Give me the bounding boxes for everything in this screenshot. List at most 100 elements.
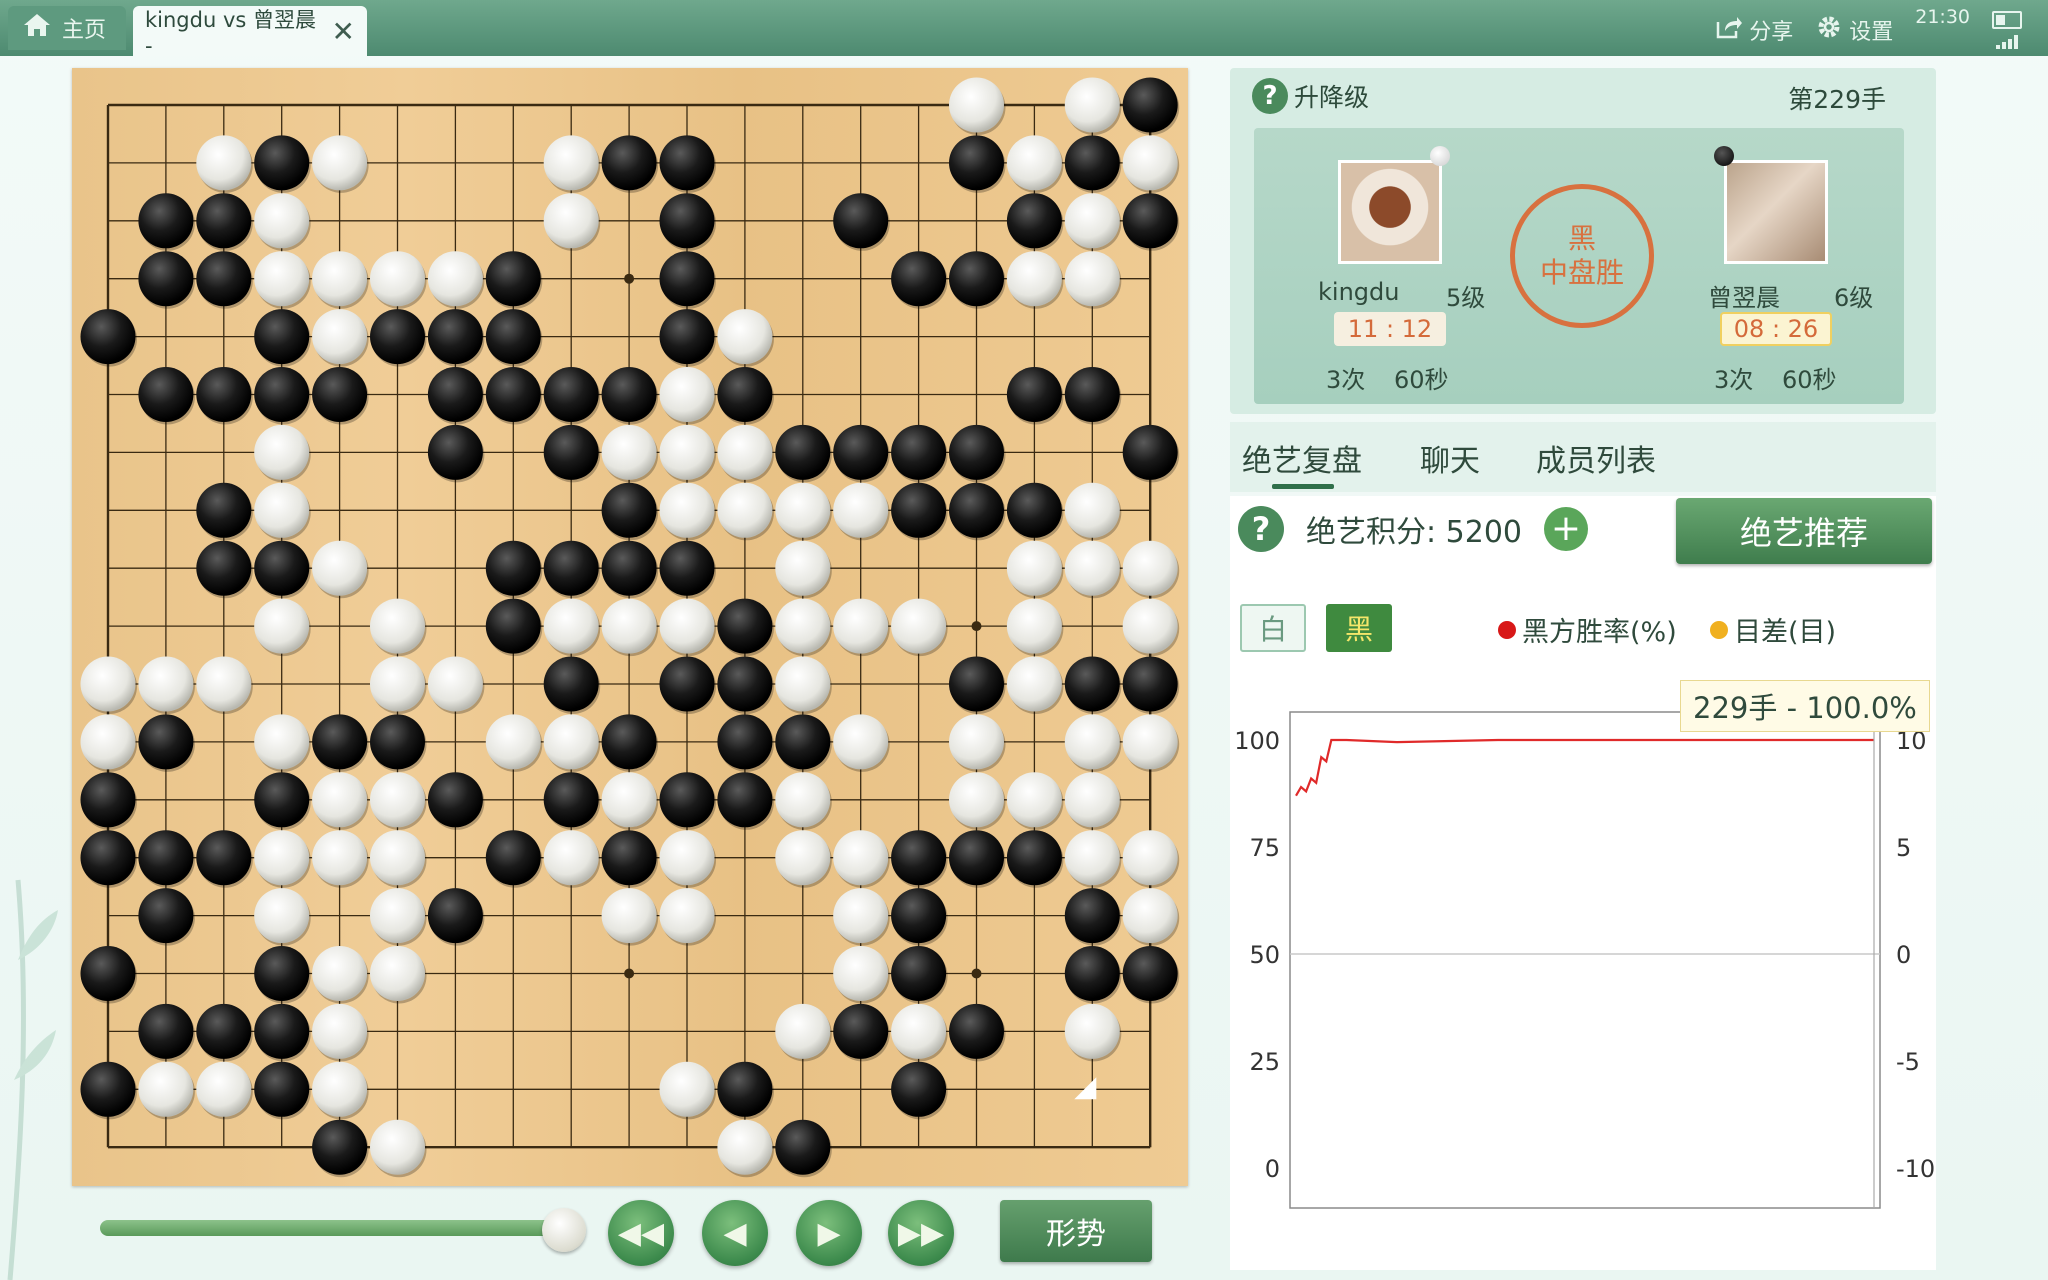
fast-forward-button[interactable]: ▶▶ [888, 1200, 954, 1266]
white-stone [427, 251, 483, 307]
move-slider-thumb[interactable] [542, 1208, 586, 1252]
home-icon [22, 12, 52, 44]
black-stone [949, 830, 1004, 886]
score-help-icon[interactable]: ? [1238, 506, 1284, 552]
white-stone [138, 1061, 194, 1117]
black-stone [543, 424, 599, 480]
white-stone [196, 656, 252, 712]
white-stone [659, 888, 715, 944]
winrate-chart[interactable]: 10075502501050-5-10 [1230, 668, 1936, 1228]
black-stone [312, 714, 368, 770]
black-stone [601, 540, 657, 596]
black-stone [1122, 946, 1178, 1001]
black-stone [1064, 946, 1120, 1001]
move-slider[interactable] [100, 1220, 570, 1236]
star-point [971, 968, 982, 979]
tab-members[interactable]: 成员列表 [1536, 436, 1656, 480]
black-stone [312, 1119, 368, 1175]
white-stone [312, 1061, 368, 1117]
white-stone [1064, 482, 1120, 538]
white-player-clock: 11 : 12 [1334, 312, 1446, 346]
black-stone [891, 482, 947, 538]
black-stone [1064, 135, 1120, 191]
toggle-black[interactable]: 黑 [1326, 604, 1392, 652]
step-forward-icon: ▶ [817, 1215, 841, 1251]
black-stone [254, 1061, 310, 1117]
black-stone [949, 251, 1004, 307]
fast-backward-button[interactable]: ◀◀ [608, 1200, 674, 1266]
black-stone [949, 424, 1004, 480]
white-stone [196, 135, 252, 191]
winrate-series-line [1295, 738, 1874, 797]
white-stone [370, 251, 425, 307]
white-stone [833, 946, 889, 1001]
y-left-tick: 25 [1249, 1048, 1280, 1076]
white-stone [1122, 888, 1178, 944]
black-stone [949, 135, 1004, 191]
tab-ai-review[interactable]: 绝艺复盘 [1242, 436, 1362, 480]
tab-home[interactable]: 主页 [8, 6, 126, 50]
white-stone [254, 193, 310, 249]
white-stone [370, 598, 425, 654]
black-stone [138, 251, 194, 307]
close-icon[interactable]: ✕ [332, 15, 355, 48]
black-stone [717, 772, 773, 828]
white-stone [254, 714, 310, 770]
result-stamp: 黑 中盘胜 [1510, 184, 1654, 328]
white-stone [833, 598, 889, 654]
game-info-panel: ? 升降级 第229手 kingdu 5级 11 : 12 3次 60秒 黑 中… [1230, 68, 1936, 414]
help-icon[interactable]: ? [1252, 78, 1288, 114]
white-stone [312, 540, 368, 596]
black-stone [80, 309, 136, 365]
black-stone [891, 1061, 947, 1117]
black-stone [659, 251, 715, 307]
white-stone [370, 888, 425, 944]
avatar-white-player[interactable] [1338, 160, 1442, 264]
black-stone [717, 656, 773, 712]
black-stone [196, 193, 252, 249]
white-stone [833, 482, 889, 538]
avatar-black-player[interactable] [1724, 160, 1828, 264]
white-stone [312, 772, 368, 828]
black-stone [427, 772, 483, 828]
bamboo-decoration [7, 879, 58, 1280]
star-point [971, 621, 982, 632]
legend-diff-label: 目差(目) [1734, 617, 1837, 648]
white-stone [543, 830, 599, 886]
step-forward-button[interactable]: ▶ [796, 1200, 862, 1266]
white-stone [196, 1061, 252, 1117]
white-stone [1122, 830, 1178, 886]
situation-button[interactable]: 形势 [1000, 1200, 1152, 1262]
white-stone [949, 772, 1004, 828]
black-stone [543, 656, 599, 712]
white-stone [659, 482, 715, 538]
black-stone [427, 367, 483, 422]
black-stone [485, 830, 541, 886]
white-stone [717, 424, 773, 480]
black-stone [1006, 830, 1062, 886]
tab-game[interactable]: kingdu vs 曾翌晨 - ✕ [133, 6, 367, 58]
white-stone [833, 714, 889, 770]
black-stone [717, 367, 773, 422]
add-score-button[interactable]: + [1544, 507, 1588, 551]
y-right-tick: -10 [1896, 1155, 1935, 1183]
fast-backward-icon: ◀◀ [617, 1215, 665, 1251]
white-stone [1064, 193, 1120, 249]
tab-chat[interactable]: 聊天 [1420, 436, 1480, 480]
y-left-tick: 0 [1265, 1155, 1280, 1183]
black-stone [1122, 193, 1178, 249]
ai-recommend-button[interactable]: 绝艺推荐 [1676, 498, 1932, 564]
white-stone-icon [1430, 146, 1450, 166]
black-stone [833, 1003, 889, 1059]
share-button[interactable]: 分享 [1715, 14, 1793, 46]
white-player-name: kingdu [1318, 278, 1400, 306]
white-stone [1064, 251, 1120, 307]
black-stone [659, 135, 715, 191]
toggle-white[interactable]: 白 [1240, 604, 1306, 652]
step-backward-button[interactable]: ◀ [702, 1200, 768, 1266]
white-stone [1006, 135, 1062, 191]
white-stone [254, 598, 310, 654]
go-board[interactable] [72, 68, 1188, 1186]
settings-button[interactable]: 设置 [1815, 13, 1893, 47]
black-stone [485, 309, 541, 365]
